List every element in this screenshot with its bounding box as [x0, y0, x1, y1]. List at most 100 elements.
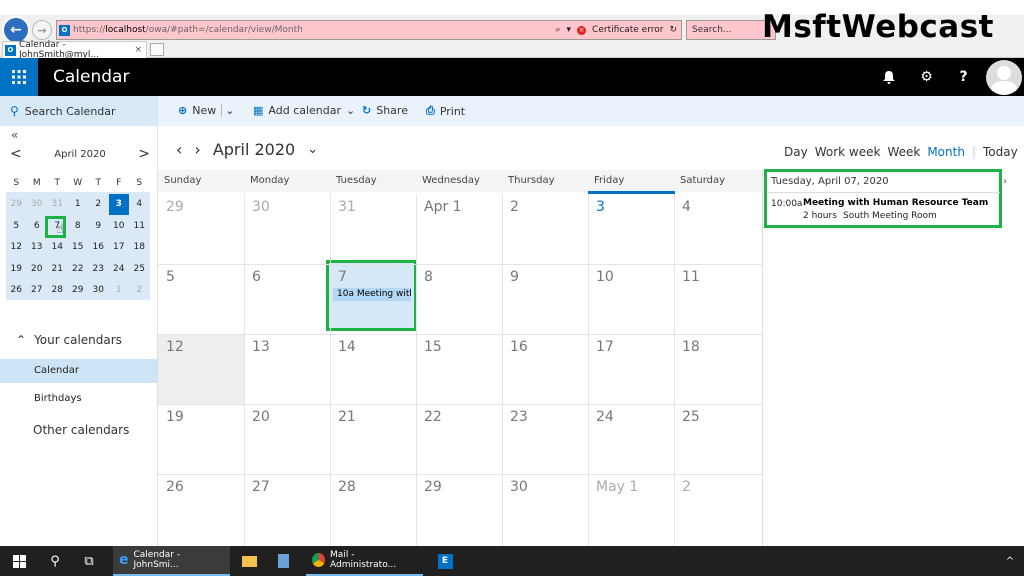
- sidebar-item-birthdays[interactable]: Birthdays: [34, 393, 82, 404]
- chevron-down-icon[interactable]: ⌄: [221, 104, 234, 117]
- mini-day[interactable]: 31: [47, 194, 68, 216]
- day-number[interactable]: 20: [252, 409, 270, 425]
- day-number[interactable]: 2: [682, 479, 691, 495]
- chevron-down-icon[interactable]: ⌄: [307, 142, 318, 157]
- mini-day[interactable]: 13: [27, 237, 48, 259]
- file-explorer-icon[interactable]: [236, 546, 262, 576]
- new-tab-button[interactable]: [150, 43, 164, 56]
- mini-day[interactable]: 26: [6, 280, 27, 302]
- add-calendar-button[interactable]: ▦ Add calendar ⌄: [253, 104, 355, 117]
- previous-month-icon[interactable]: ‹: [176, 140, 182, 159]
- mini-day[interactable]: 18: [129, 237, 150, 259]
- taskbar-app-calendar[interactable]: e Calendar - JohnSmi...: [113, 546, 230, 576]
- mini-day[interactable]: 15: [68, 237, 89, 259]
- address-bar[interactable]: O https://localhost/owa/#path=/calendar/…: [56, 20, 682, 40]
- bell-icon[interactable]: [870, 58, 907, 96]
- mini-day[interactable]: 4: [129, 194, 150, 216]
- cert-error-label[interactable]: Certificate error: [592, 25, 663, 35]
- close-icon[interactable]: ×: [134, 45, 142, 55]
- mini-day[interactable]: 19: [6, 258, 27, 280]
- share-button[interactable]: ↻ Share: [362, 104, 408, 117]
- mini-day[interactable]: 29: [6, 194, 27, 216]
- search-icon[interactable]: ⌕: [555, 25, 560, 35]
- windows-start-icon[interactable]: [6, 546, 32, 576]
- collapse-pane-icon[interactable]: «: [11, 128, 18, 142]
- mini-day[interactable]: 21: [47, 258, 68, 280]
- print-button[interactable]: ⎙ Print: [426, 104, 465, 118]
- browser-tab[interactable]: O Calendar - JohnSmith@myl... ×: [2, 40, 147, 60]
- mini-day[interactable]: 10: [109, 215, 130, 237]
- mini-day[interactable]: 30: [27, 194, 48, 216]
- view-today[interactable]: Today: [983, 145, 1018, 159]
- mini-day[interactable]: 28: [47, 280, 68, 302]
- event-title[interactable]: Meeting with Human Resource Team: [803, 198, 988, 208]
- day-number[interactable]: 5: [166, 269, 175, 285]
- task-view-icon[interactable]: ⧉: [76, 546, 102, 576]
- mini-day[interactable]: 6: [27, 215, 48, 237]
- day-number[interactable]: 4: [682, 199, 691, 215]
- day-number[interactable]: 26: [166, 479, 184, 495]
- previous-month-icon[interactable]: <: [10, 146, 22, 162]
- day-number[interactable]: 29: [166, 199, 184, 215]
- day-number[interactable]: 30: [252, 199, 270, 215]
- mini-day[interactable]: 5: [6, 215, 27, 237]
- mini-day[interactable]: 23: [88, 258, 109, 280]
- mini-day[interactable]: 3: [108, 193, 129, 215]
- day-number[interactable]: 12: [166, 339, 184, 355]
- server-manager-icon[interactable]: [270, 546, 296, 576]
- mini-day[interactable]: 29: [68, 280, 89, 302]
- mini-day[interactable]: 1: [109, 280, 130, 302]
- taskbar-app-mail[interactable]: Mail - Administrato...: [306, 546, 423, 576]
- next-month-icon[interactable]: ›: [194, 140, 200, 159]
- mini-day[interactable]: 16: [88, 237, 109, 259]
- view-week[interactable]: Week: [887, 145, 920, 159]
- help-icon[interactable]: ?: [945, 58, 982, 96]
- day-number[interactable]: 7: [338, 269, 347, 285]
- sidebar-item-calendar[interactable]: Calendar: [0, 359, 158, 383]
- day-number[interactable]: 9: [510, 269, 519, 285]
- mini-day[interactable]: 25: [129, 258, 150, 280]
- chevron-right-icon[interactable]: ›: [1003, 176, 1007, 187]
- new-button[interactable]: ⊕ New ⌄: [178, 104, 234, 117]
- search-icon[interactable]: ⚲: [42, 546, 68, 576]
- waffle-icon[interactable]: [0, 58, 38, 96]
- mini-day[interactable]: 12: [6, 237, 27, 259]
- mini-day[interactable]: 2: [88, 194, 109, 216]
- day-number[interactable]: 16: [510, 339, 528, 355]
- day-number[interactable]: May 1: [596, 479, 638, 495]
- day-number[interactable]: 19: [166, 409, 184, 425]
- day-number[interactable]: 25: [682, 409, 700, 425]
- mini-day[interactable]: 9: [88, 215, 109, 237]
- search-calendar-input[interactable]: ⚲ Search Calendar: [0, 96, 158, 126]
- day-number[interactable]: 21: [338, 409, 356, 425]
- mini-day[interactable]: 2: [129, 280, 150, 302]
- day-number[interactable]: 2: [510, 199, 519, 215]
- day-number[interactable]: 8: [424, 269, 433, 285]
- day-number[interactable]: Apr 1: [424, 199, 462, 215]
- view-month[interactable]: Month: [927, 145, 965, 159]
- day-number[interactable]: 30: [510, 479, 528, 495]
- mini-day[interactable]: 14: [47, 237, 68, 259]
- mini-day[interactable]: 11: [129, 215, 150, 237]
- mini-day[interactable]: 1: [68, 194, 89, 216]
- day-number[interactable]: 28: [338, 479, 356, 495]
- gear-icon[interactable]: ⚙: [908, 58, 945, 96]
- mini-day[interactable]: 22: [68, 258, 89, 280]
- mini-day[interactable]: 8: [68, 215, 89, 237]
- other-calendars-header[interactable]: Other calendars: [33, 423, 129, 437]
- chevron-up-icon[interactable]: ^: [1000, 546, 1020, 576]
- view-work-week[interactable]: Work week: [815, 145, 881, 159]
- forward-arrow-icon[interactable]: →: [32, 20, 52, 40]
- day-number[interactable]: 24: [596, 409, 614, 425]
- day-number[interactable]: 13: [252, 339, 270, 355]
- mini-day[interactable]: 17: [109, 237, 130, 259]
- day-number[interactable]: 17: [596, 339, 614, 355]
- day-number[interactable]: 6: [252, 269, 261, 285]
- day-number[interactable]: 10: [596, 269, 614, 285]
- avatar[interactable]: [986, 60, 1022, 95]
- day-number[interactable]: 18: [682, 339, 700, 355]
- next-month-icon[interactable]: >: [138, 146, 150, 162]
- day-number[interactable]: 23: [510, 409, 528, 425]
- mini-day[interactable]: 27: [27, 280, 48, 302]
- mini-day[interactable]: 30: [88, 280, 109, 302]
